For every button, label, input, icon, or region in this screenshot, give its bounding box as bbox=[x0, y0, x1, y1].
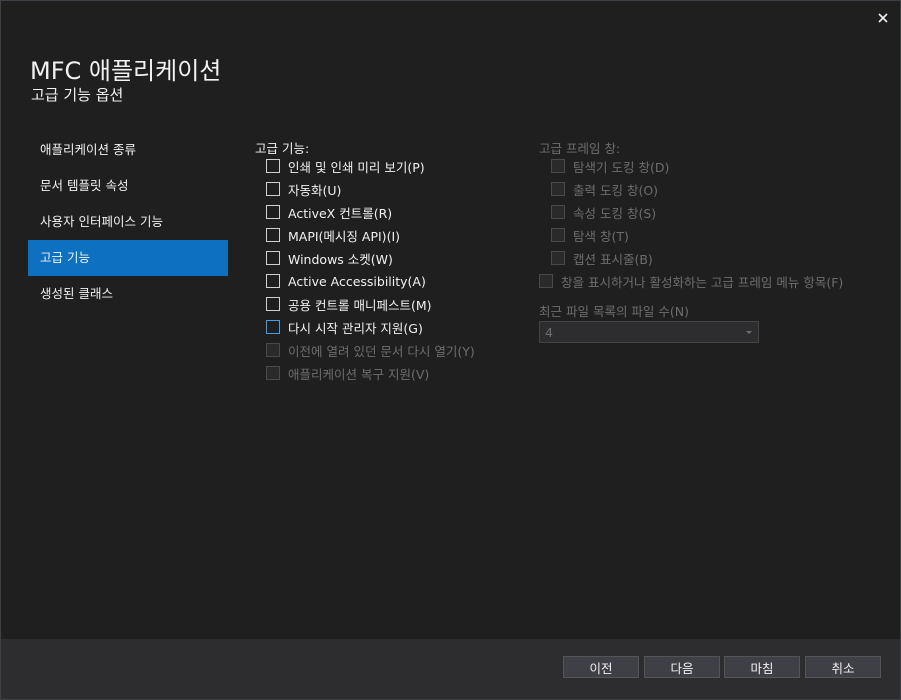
dialog-window: MFC 애플리케이션 고급 기능 옵션 애플리케이션 종류 문서 템플릿 속성 … bbox=[0, 0, 901, 700]
windows-sockets-checkbox[interactable] bbox=[266, 251, 280, 265]
nav-item-user-interface[interactable]: 사용자 인터페이스 기능 bbox=[28, 204, 228, 240]
windows-sockets-option[interactable]: Windows 소켓(W) bbox=[266, 248, 393, 268]
mapi-label: MAPI(메시징 API)(I) bbox=[288, 228, 401, 244]
dialog-subtitle: 고급 기능 옵션 bbox=[31, 86, 124, 104]
mapi-checkbox[interactable] bbox=[266, 228, 280, 242]
common-control-manifest-checkbox[interactable] bbox=[266, 297, 280, 311]
reopen-documents-option: 이전에 열려 있던 문서 다시 열기(Y) bbox=[266, 340, 475, 360]
reopen-documents-label: 이전에 열려 있던 문서 다시 열기(Y) bbox=[288, 343, 475, 359]
automation-label: 자동화(U) bbox=[288, 182, 342, 198]
nav-item-generated-classes[interactable]: 생성된 클래스 bbox=[28, 276, 228, 312]
dialog-footer: 이전 다음 마침 취소 bbox=[1, 639, 900, 699]
recent-files-value: 4 bbox=[545, 324, 553, 340]
navigation-pane-checkbox bbox=[551, 228, 565, 242]
dropdown-arrow-icon bbox=[746, 331, 752, 334]
properties-docking-label: 속성 도킹 창(S) bbox=[573, 205, 657, 221]
windows-sockets-label: Windows 소켓(W) bbox=[288, 251, 393, 267]
properties-docking-option: 속성 도킹 창(S) bbox=[551, 202, 656, 222]
print-preview-checkbox[interactable] bbox=[266, 159, 280, 173]
restart-manager-checkbox[interactable] bbox=[266, 320, 280, 334]
caption-bar-checkbox bbox=[551, 251, 565, 265]
frame-menu-items-option: 창을 표시하거나 활성화하는 고급 프레임 메뉴 항목(F) bbox=[539, 271, 843, 291]
wizard-nav: 애플리케이션 종류 문서 템플릿 속성 사용자 인터페이스 기능 고급 기능 생… bbox=[28, 132, 228, 312]
caption-bar-option: 캡션 표시줄(B) bbox=[551, 248, 653, 268]
finish-button[interactable]: 마침 bbox=[724, 656, 800, 678]
previous-button[interactable]: 이전 bbox=[563, 656, 639, 678]
recent-files-select: 4 bbox=[539, 321, 759, 343]
automation-checkbox[interactable] bbox=[266, 182, 280, 196]
advanced-frame-label: 고급 프레임 창: bbox=[539, 141, 621, 156]
navigation-pane-option: 탐색 창(T) bbox=[551, 225, 629, 245]
nav-item-application-type[interactable]: 애플리케이션 종류 bbox=[28, 132, 228, 168]
active-accessibility-checkbox[interactable] bbox=[266, 274, 280, 288]
recent-files-label: 최근 파일 목록의 파일 수(N) bbox=[539, 304, 689, 319]
activex-controls-checkbox[interactable] bbox=[266, 205, 280, 219]
application-recovery-checkbox bbox=[266, 366, 280, 380]
active-accessibility-label: Active Accessibility(A) bbox=[288, 273, 426, 289]
close-button[interactable] bbox=[872, 7, 894, 29]
frame-menu-items-label: 창을 표시하거나 활성화하는 고급 프레임 메뉴 항목(F) bbox=[561, 274, 844, 290]
restart-manager-option[interactable]: 다시 시작 관리자 지원(G) bbox=[266, 317, 423, 337]
activex-controls-label: ActiveX 컨트롤(R) bbox=[288, 205, 393, 221]
navigation-pane-label: 탐색 창(T) bbox=[573, 228, 629, 244]
next-button[interactable]: 다음 bbox=[644, 656, 720, 678]
activex-controls-option[interactable]: ActiveX 컨트롤(R) bbox=[266, 202, 392, 222]
output-docking-option: 출력 도킹 창(O) bbox=[551, 179, 658, 199]
explorer-docking-checkbox bbox=[551, 159, 565, 173]
close-icon bbox=[878, 13, 888, 23]
print-preview-option[interactable]: 인쇄 및 인쇄 미리 보기(P) bbox=[266, 156, 425, 176]
explorer-docking-option: 탐색기 도킹 창(D) bbox=[551, 156, 669, 176]
mapi-option[interactable]: MAPI(메시징 API)(I) bbox=[266, 225, 400, 245]
nav-item-advanced-features[interactable]: 고급 기능 bbox=[28, 240, 228, 276]
properties-docking-checkbox bbox=[551, 205, 565, 219]
nav-item-document-template[interactable]: 문서 템플릿 속성 bbox=[28, 168, 228, 204]
print-preview-label: 인쇄 및 인쇄 미리 보기(P) bbox=[288, 159, 425, 175]
automation-option[interactable]: 자동화(U) bbox=[266, 179, 341, 199]
explorer-docking-label: 탐색기 도킹 창(D) bbox=[573, 159, 670, 175]
reopen-documents-checkbox bbox=[266, 343, 280, 357]
application-recovery-label: 애플리케이션 복구 지원(V) bbox=[288, 366, 430, 382]
advanced-features-label: 고급 기능: bbox=[255, 141, 310, 156]
frame-menu-items-checkbox bbox=[539, 274, 553, 288]
active-accessibility-option[interactable]: Active Accessibility(A) bbox=[266, 271, 426, 291]
caption-bar-label: 캡션 표시줄(B) bbox=[573, 251, 653, 267]
restart-manager-label: 다시 시작 관리자 지원(G) bbox=[288, 320, 423, 336]
output-docking-checkbox bbox=[551, 182, 565, 196]
cancel-button[interactable]: 취소 bbox=[805, 656, 881, 678]
common-control-manifest-option[interactable]: 공용 컨트롤 매니페스트(M) bbox=[266, 294, 432, 314]
application-recovery-option: 애플리케이션 복구 지원(V) bbox=[266, 363, 429, 383]
common-control-manifest-label: 공용 컨트롤 매니페스트(M) bbox=[288, 297, 432, 313]
output-docking-label: 출력 도킹 창(O) bbox=[573, 182, 659, 198]
dialog-title: MFC 애플리케이션 bbox=[30, 57, 222, 85]
